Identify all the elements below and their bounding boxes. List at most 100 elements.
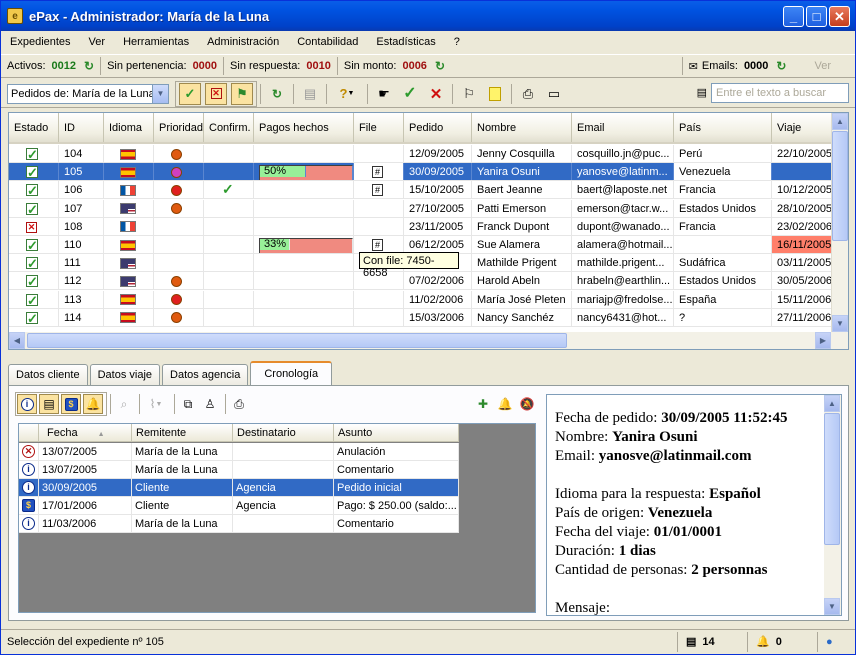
- copy-button[interactable]: ⧉: [178, 394, 198, 414]
- column-header[interactable]: Destinatario: [233, 424, 334, 441]
- tab-datos-agencia[interactable]: Datos agencia: [162, 364, 249, 386]
- list-item[interactable]: i 13/07/2005 María de la Luna Comentario: [19, 461, 459, 479]
- counter-sin-pertenencia[interactable]: Sin pertenencia: 0000: [101, 57, 225, 75]
- column-header[interactable]: File: [354, 113, 404, 142]
- list-item[interactable]: ✕ 13/07/2005 María de la Luna Anulación: [19, 443, 459, 461]
- column-header[interactable]: Viaje: [772, 113, 832, 142]
- file-icon[interactable]: #: [372, 184, 383, 197]
- column-header[interactable]: Idioma: [104, 113, 154, 142]
- flag-button[interactable]: ⚐: [458, 83, 480, 105]
- accept-button[interactable]: ✓: [399, 83, 421, 105]
- table-row[interactable]: ✓ 114 15/03/2006 Nancy Sanchéz nancy6431@hot…: [9, 308, 832, 327]
- file-icon[interactable]: #: [372, 166, 383, 179]
- column-header[interactable]: Asunto: [334, 424, 459, 441]
- counter-emails[interactable]: ✉ Emails: 0000 ↻ Ver: [681, 57, 855, 75]
- tab-cronologia[interactable]: Cronología: [250, 361, 333, 386]
- table-row[interactable]: ✕ 108 23/11/2005 Franck Dupont dupont@wanado…: [9, 217, 832, 236]
- menu-help[interactable]: ?: [445, 36, 469, 48]
- column-header[interactable]: Email: [572, 113, 674, 142]
- alert-button[interactable]: 🔔: [495, 394, 515, 414]
- scroll-down-icon[interactable]: ▼: [824, 598, 840, 615]
- tab-datos-viaje[interactable]: Datos viaje: [89, 364, 161, 386]
- column-header[interactable]: Pedido: [404, 113, 472, 142]
- column-header[interactable]: Pagos hechos: [254, 113, 354, 142]
- print-button[interactable]: ⎙: [517, 83, 539, 105]
- filter-ok-button[interactable]: ✓: [179, 82, 201, 105]
- chevron-down-icon[interactable]: ▼: [152, 84, 168, 103]
- scroll-down-icon[interactable]: ▼: [832, 315, 848, 332]
- scroll-right-icon[interactable]: ▶: [815, 332, 831, 349]
- scroll-thumb[interactable]: [27, 333, 567, 348]
- table-row[interactable]: ✓ 104 12/09/2005 Jenny Cosquilla cosquillo.j…: [9, 145, 832, 163]
- menu-administracion[interactable]: Administración: [198, 36, 288, 48]
- status-alerts[interactable]: 🔔 0: [747, 631, 817, 652]
- list-item[interactable]: $17/01/2006 Cliente Agencia Pago: $ 250.00 …: [19, 497, 459, 515]
- file-icon[interactable]: #: [372, 239, 383, 251]
- menu-estadisticas[interactable]: Estadísticas: [367, 36, 444, 48]
- scroll-thumb[interactable]: [824, 413, 840, 545]
- search-input[interactable]: Entre el texto a buscar: [711, 83, 849, 103]
- column-header[interactable]: Remitente: [132, 424, 233, 441]
- minimize-button[interactable]: _: [783, 6, 804, 27]
- print-button[interactable]: ⎙: [229, 394, 249, 414]
- document-button[interactable]: ▤: [299, 83, 321, 105]
- status-ok-icon: ✓: [26, 147, 38, 162]
- column-header[interactable]: Confirm.: [204, 113, 254, 142]
- list-item[interactable]: i 30/09/2005 Cliente Agencia Pedido inicial: [19, 479, 459, 497]
- tab-datos-cliente[interactable]: Datos cliente: [8, 364, 88, 386]
- menu-contabilidad[interactable]: Contabilidad: [288, 36, 367, 48]
- column-header[interactable]: Fecha ▲: [39, 424, 132, 441]
- maximize-button[interactable]: □: [806, 6, 827, 27]
- note-button[interactable]: [484, 83, 506, 105]
- reassign-button[interactable]: ♙: [200, 394, 220, 414]
- reject-button[interactable]: ✕: [425, 83, 447, 105]
- message-button[interactable]: ▭: [543, 83, 565, 105]
- refresh-icon[interactable]: ↻: [84, 59, 94, 73]
- list-item[interactable]: i 11/03/2006 María de la Luna Comentario: [19, 515, 459, 533]
- close-button[interactable]: ✕: [829, 6, 850, 27]
- alert-filter-button[interactable]: 🔔: [83, 394, 103, 414]
- scroll-up-icon[interactable]: ▲: [824, 395, 840, 412]
- title-bar[interactable]: e ePax - Administrador: María de la Luna…: [1, 1, 855, 31]
- menu-ver[interactable]: Ver: [80, 36, 115, 48]
- table-row[interactable]: ✓ 106 ✓ #15/10/2005 Baert Jeanne baert@lapost…: [9, 181, 832, 200]
- table-row[interactable]: ✓ 112 07/02/2006 Harold Abeln hrabeln@earthl…: [9, 272, 832, 291]
- payment-filter-button[interactable]: $: [61, 394, 81, 414]
- pedidos-select[interactable]: Pedidos de: María de la Luna ▼: [7, 83, 169, 104]
- handshake-button[interactable]: ☛: [373, 83, 395, 105]
- help-dropdown-button[interactable]: ? ▼: [332, 83, 362, 105]
- refresh-icon[interactable]: ↻: [776, 59, 786, 73]
- counter-activos[interactable]: Activos: 0012 ↻: [1, 57, 102, 75]
- scroll-up-icon[interactable]: ▲: [832, 113, 848, 130]
- table-row[interactable]: ✓ 107 27/10/2005 Patti Emerson emerson@tacr.…: [9, 199, 832, 218]
- attach-dropdown-button[interactable]: ⌇ ▼: [143, 394, 169, 414]
- filter-cancelled-button[interactable]: ✕: [205, 82, 227, 105]
- vertical-scrollbar[interactable]: ▲ ▼: [831, 113, 848, 332]
- menu-herramientas[interactable]: Herramientas: [114, 36, 198, 48]
- table-row[interactable]: ✓ 113 11/02/2006 María José Pleten mariajp@f…: [9, 290, 832, 309]
- column-header[interactable]: País: [674, 113, 772, 142]
- column-header[interactable]: Prioridad: [154, 113, 204, 142]
- counter-sin-respuesta[interactable]: Sin respuesta: 0010: [224, 57, 338, 75]
- scroll-thumb[interactable]: [832, 131, 848, 241]
- status-network[interactable]: ●: [817, 631, 855, 652]
- info-filter-button[interactable]: i: [17, 394, 37, 414]
- column-header[interactable]: Estado: [9, 113, 59, 142]
- refresh-icon[interactable]: ↻: [435, 59, 445, 73]
- menu-expedientes[interactable]: Expedientes: [1, 36, 80, 48]
- horizontal-scrollbar[interactable]: ◀ ▶: [9, 332, 848, 349]
- counter-sin-monto[interactable]: Sin monto: 0006 ↻: [338, 57, 451, 75]
- table-row[interactable]: ✓ 105 50% #30/09/2005 Yanira Osuni yanosve@la…: [9, 163, 832, 182]
- message-filter-button[interactable]: ▤: [39, 394, 59, 414]
- scroll-left-icon[interactable]: ◀: [9, 332, 25, 349]
- column-header[interactable]: Nombre: [472, 113, 572, 142]
- remove-alert-button[interactable]: 🔕: [517, 394, 537, 414]
- filter-flag-button[interactable]: ⚑: [231, 82, 253, 105]
- ver-button[interactable]: Ver: [814, 60, 831, 72]
- column-header[interactable]: ID: [59, 113, 104, 142]
- search-button[interactable]: ⌕: [114, 394, 134, 414]
- detail-scrollbar[interactable]: ▲ ▼: [824, 395, 841, 615]
- add-alert-button[interactable]: ✚: [473, 394, 493, 414]
- status-docs[interactable]: ▤ 14: [677, 631, 747, 652]
- refresh-button[interactable]: ↻: [266, 83, 288, 105]
